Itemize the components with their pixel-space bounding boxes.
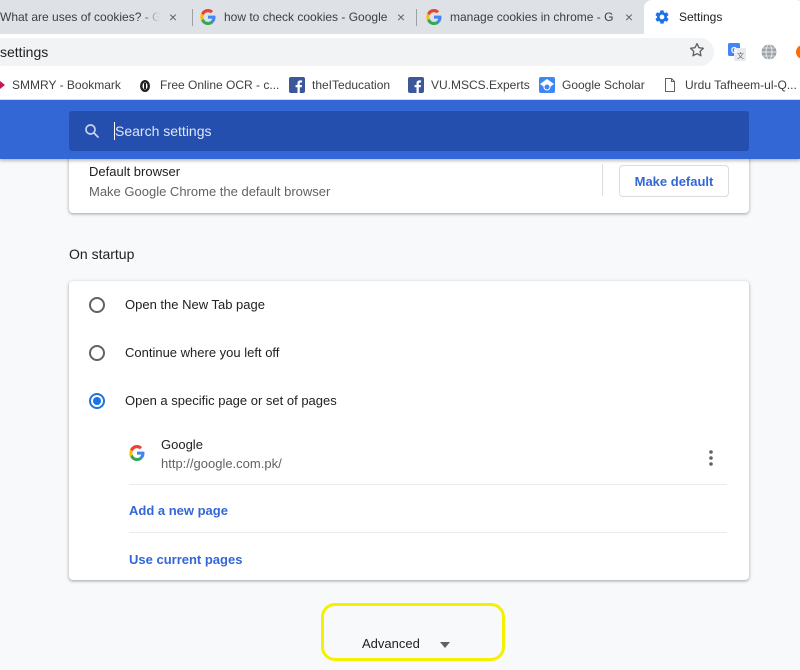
add-new-page-row: Add a new page: [129, 485, 727, 533]
extension-icon[interactable]: [790, 43, 800, 61]
default-browser-subtitle: Make Google Chrome the default browser: [89, 184, 331, 199]
settings-header: [0, 100, 800, 159]
bookmark-label: Google Scholar: [562, 78, 645, 92]
smmry-icon: [0, 81, 5, 89]
tab-separator: [416, 9, 417, 26]
google-g-icon: [426, 9, 442, 25]
startup-page-name: Google: [161, 437, 203, 452]
close-icon[interactable]: ×: [394, 10, 408, 24]
google-g-icon: [129, 445, 145, 461]
radio-label: Open the New Tab page: [125, 297, 265, 312]
bookmark-urdu-tafheem[interactable]: Urdu Tafheem-ul-Q...: [662, 76, 797, 94]
search-settings-input[interactable]: [115, 119, 715, 143]
gear-icon: [655, 10, 669, 24]
bookmark-label: Free Online OCR - c...: [160, 78, 280, 92]
yellow-highlight-annotation: [321, 603, 505, 661]
globe-extension-icon[interactable]: [760, 43, 778, 61]
scholar-icon: [539, 77, 555, 93]
radio-button[interactable]: [89, 345, 105, 361]
bookmark-label: VU.MSCS.Experts: [431, 78, 530, 92]
svg-text:文: 文: [737, 51, 744, 60]
tab-settings[interactable]: Settings: [644, 0, 800, 34]
tab-cookies-uses[interactable]: What are uses of cookies? - Go ×: [0, 0, 186, 34]
radio-button-selected[interactable]: [89, 393, 105, 409]
tab-title: manage cookies in chrome - G: [450, 10, 614, 24]
radio-option-specific-pages[interactable]: Open a specific page or set of pages: [69, 377, 749, 425]
on-startup-heading: On startup: [69, 246, 135, 262]
radio-label: Continue where you left off: [125, 345, 280, 360]
bookmark-theiteducation[interactable]: theITeducation: [289, 76, 390, 94]
make-default-button[interactable]: Make default: [619, 165, 729, 197]
tab-strip: What are uses of cookies? - Go × how to …: [0, 0, 800, 34]
facebook-icon: [408, 77, 424, 93]
bookmark-label: theITeducation: [312, 78, 391, 92]
address-bar[interactable]: settings: [0, 38, 714, 66]
tab-check-cookies[interactable]: how to check cookies - Google ×: [194, 0, 414, 34]
bookmark-google-scholar[interactable]: Google Scholar: [539, 76, 645, 94]
page-icon: [665, 78, 675, 92]
google-g-icon: [200, 9, 216, 25]
advanced-toggle[interactable]: Advanced: [362, 636, 420, 651]
tab-title: how to check cookies - Google: [224, 10, 388, 24]
translate-extension-icon[interactable]: G 文: [728, 43, 746, 61]
use-current-pages-link[interactable]: Use current pages: [129, 552, 242, 567]
on-startup-card: Open the New Tab page Continue where you…: [69, 281, 749, 580]
star-icon[interactable]: [688, 41, 706, 59]
add-new-page-link[interactable]: Add a new page: [129, 503, 228, 518]
close-icon[interactable]: ×: [622, 10, 636, 24]
bookmark-free-ocr[interactable]: Free Online OCR - c...: [137, 76, 279, 94]
radio-button[interactable]: [89, 297, 105, 313]
tab-manage-cookies[interactable]: manage cookies in chrome - G ×: [420, 0, 642, 34]
facebook-icon: [289, 77, 305, 93]
use-current-pages-row: Use current pages: [129, 534, 727, 582]
tab-fade: [142, 0, 160, 34]
tab-title: Settings: [679, 10, 723, 24]
search-settings-box[interactable]: [69, 111, 749, 151]
ocr-icon: [140, 80, 150, 92]
default-browser-title: Default browser: [89, 164, 181, 179]
search-icon: [85, 124, 99, 138]
startup-page-url: http://google.com.pk/: [161, 456, 282, 471]
bookmark-smmry[interactable]: SMMRY - Bookmark: [0, 76, 121, 94]
bookmark-label: SMMRY - Bookmark: [12, 78, 121, 92]
tab-title: What are uses of cookies? - Go: [0, 10, 160, 24]
bookmark-label: Urdu Tafheem-ul-Q...: [685, 78, 797, 92]
browser-toolbar: settings G 文: [0, 34, 800, 70]
divider: [602, 164, 603, 196]
radio-option-new-tab[interactable]: Open the New Tab page: [69, 281, 749, 329]
tab-separator: [192, 9, 193, 26]
address-bar-url: settings: [0, 44, 49, 60]
arrow-drop-down-icon[interactable]: [440, 642, 450, 648]
radio-option-continue[interactable]: Continue where you left off: [69, 329, 749, 377]
close-icon[interactable]: ×: [166, 10, 180, 24]
default-browser-card: Default browser Make Google Chrome the d…: [69, 150, 749, 213]
startup-page-entry: Google http://google.com.pk/: [129, 429, 727, 485]
bookmark-vu-mscs-experts[interactable]: VU.MSCS.Experts: [408, 76, 530, 94]
bookmarks-bar: SMMRY - Bookmark Free Online OCR - c... …: [0, 70, 800, 100]
more-vert-icon[interactable]: [699, 446, 723, 470]
radio-label: Open a specific page or set of pages: [125, 393, 337, 408]
